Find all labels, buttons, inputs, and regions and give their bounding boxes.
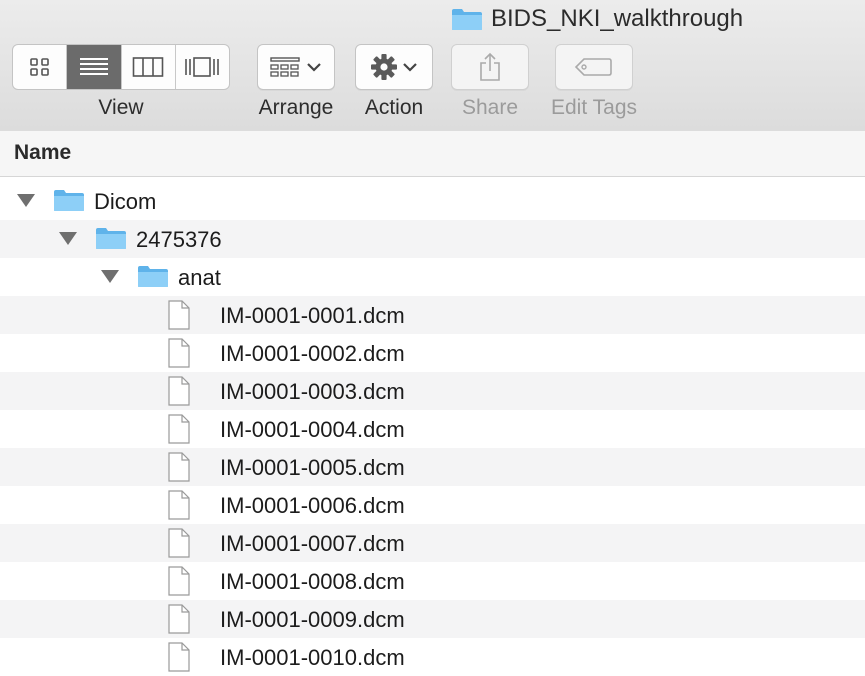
file-row[interactable]: IM-0001-0004.dcm bbox=[0, 410, 865, 448]
folder-name: Dicom bbox=[94, 189, 157, 214]
chevron-down-icon bbox=[403, 63, 417, 72]
folder-icon bbox=[452, 8, 482, 30]
chevron-down-icon bbox=[307, 63, 321, 72]
cover-flow-button[interactable] bbox=[176, 45, 229, 89]
view-mode-segmented-control[interactable] bbox=[12, 44, 230, 90]
arrange-grid-icon bbox=[270, 57, 300, 77]
folder-name: 2475376 bbox=[136, 227, 222, 252]
list-view-button[interactable] bbox=[67, 45, 122, 89]
file-row[interactable]: IM-0001-0005.dcm bbox=[0, 448, 865, 486]
column-view-icon bbox=[132, 57, 164, 77]
file-row[interactable]: IM-0001-0010.dcm bbox=[0, 638, 865, 676]
view-label: View bbox=[98, 96, 144, 119]
folder-icon bbox=[54, 190, 84, 211]
file-name: IM-0001-0007.dcm bbox=[220, 531, 405, 556]
file-row[interactable]: IM-0001-0009.dcm bbox=[0, 600, 865, 638]
file-row[interactable]: IM-0001-0007.dcm bbox=[0, 524, 865, 562]
file-row[interactable]: IM-0001-0001.dcm bbox=[0, 296, 865, 334]
file-name: IM-0001-0001.dcm bbox=[220, 303, 405, 328]
folder-row[interactable]: anat bbox=[0, 258, 865, 296]
document-icon bbox=[168, 566, 190, 596]
action-button[interactable] bbox=[355, 44, 433, 90]
window-title-text: BIDS_NKI_walkthrough bbox=[491, 5, 744, 32]
action-label: Action bbox=[364, 96, 424, 119]
icon-view-button[interactable] bbox=[13, 45, 68, 89]
gear-icon bbox=[371, 54, 397, 80]
disclosure-triangle-icon[interactable] bbox=[59, 232, 77, 245]
edit-tags-label: Edit Tags bbox=[551, 96, 637, 119]
document-icon bbox=[168, 414, 190, 444]
folder-row[interactable]: 2475376 bbox=[0, 220, 865, 258]
cover-flow-icon bbox=[185, 57, 220, 77]
document-icon bbox=[168, 452, 190, 482]
document-icon bbox=[168, 528, 190, 558]
list-view-icon bbox=[79, 58, 108, 75]
file-name: IM-0001-0004.dcm bbox=[220, 417, 405, 442]
file-name: IM-0001-0003.dcm bbox=[220, 379, 405, 404]
file-name: IM-0001-0006.dcm bbox=[220, 493, 405, 518]
file-row[interactable]: IM-0001-0003.dcm bbox=[0, 372, 865, 410]
document-icon bbox=[168, 376, 190, 406]
icon-view-icon bbox=[29, 58, 49, 76]
name-column-label: Name bbox=[14, 141, 72, 164]
document-icon bbox=[168, 490, 190, 520]
folder-icon bbox=[138, 266, 168, 287]
document-icon bbox=[168, 338, 190, 368]
finder-toolbar: BIDS_NKI_walkthrough View Arrange Action… bbox=[0, 0, 865, 132]
file-list: Dicom 2475376 anat IM-0001-0001.dcm IM-0001-… bbox=[0, 182, 865, 676]
window-title: BIDS_NKI_walkthrough bbox=[451, 5, 743, 33]
folder-name: anat bbox=[178, 265, 221, 290]
share-button[interactable] bbox=[451, 44, 529, 90]
share-icon bbox=[480, 52, 500, 81]
disclosure-triangle-icon[interactable] bbox=[101, 270, 119, 283]
file-name: IM-0001-0002.dcm bbox=[220, 341, 405, 366]
disclosure-triangle-icon[interactable] bbox=[17, 194, 35, 207]
file-name: IM-0001-0005.dcm bbox=[220, 455, 405, 480]
document-icon bbox=[168, 604, 190, 634]
file-row[interactable]: IM-0001-0006.dcm bbox=[0, 486, 865, 524]
share-label: Share bbox=[461, 96, 519, 119]
tag-icon bbox=[574, 58, 612, 76]
column-view-button[interactable] bbox=[122, 45, 176, 89]
document-icon bbox=[168, 642, 190, 672]
arrange-button[interactable] bbox=[257, 44, 335, 90]
folder-row[interactable]: Dicom bbox=[0, 182, 865, 220]
file-row[interactable]: IM-0001-0008.dcm bbox=[0, 562, 865, 600]
file-name: IM-0001-0008.dcm bbox=[220, 569, 405, 594]
document-icon bbox=[168, 300, 190, 330]
file-row[interactable]: IM-0001-0002.dcm bbox=[0, 334, 865, 372]
folder-icon bbox=[96, 228, 126, 249]
arrange-label: Arrange bbox=[258, 96, 334, 119]
file-name: IM-0001-0010.dcm bbox=[220, 645, 405, 670]
file-name: IM-0001-0009.dcm bbox=[220, 607, 405, 632]
name-column-header[interactable]: Name bbox=[0, 131, 865, 177]
edit-tags-button[interactable] bbox=[555, 44, 633, 90]
